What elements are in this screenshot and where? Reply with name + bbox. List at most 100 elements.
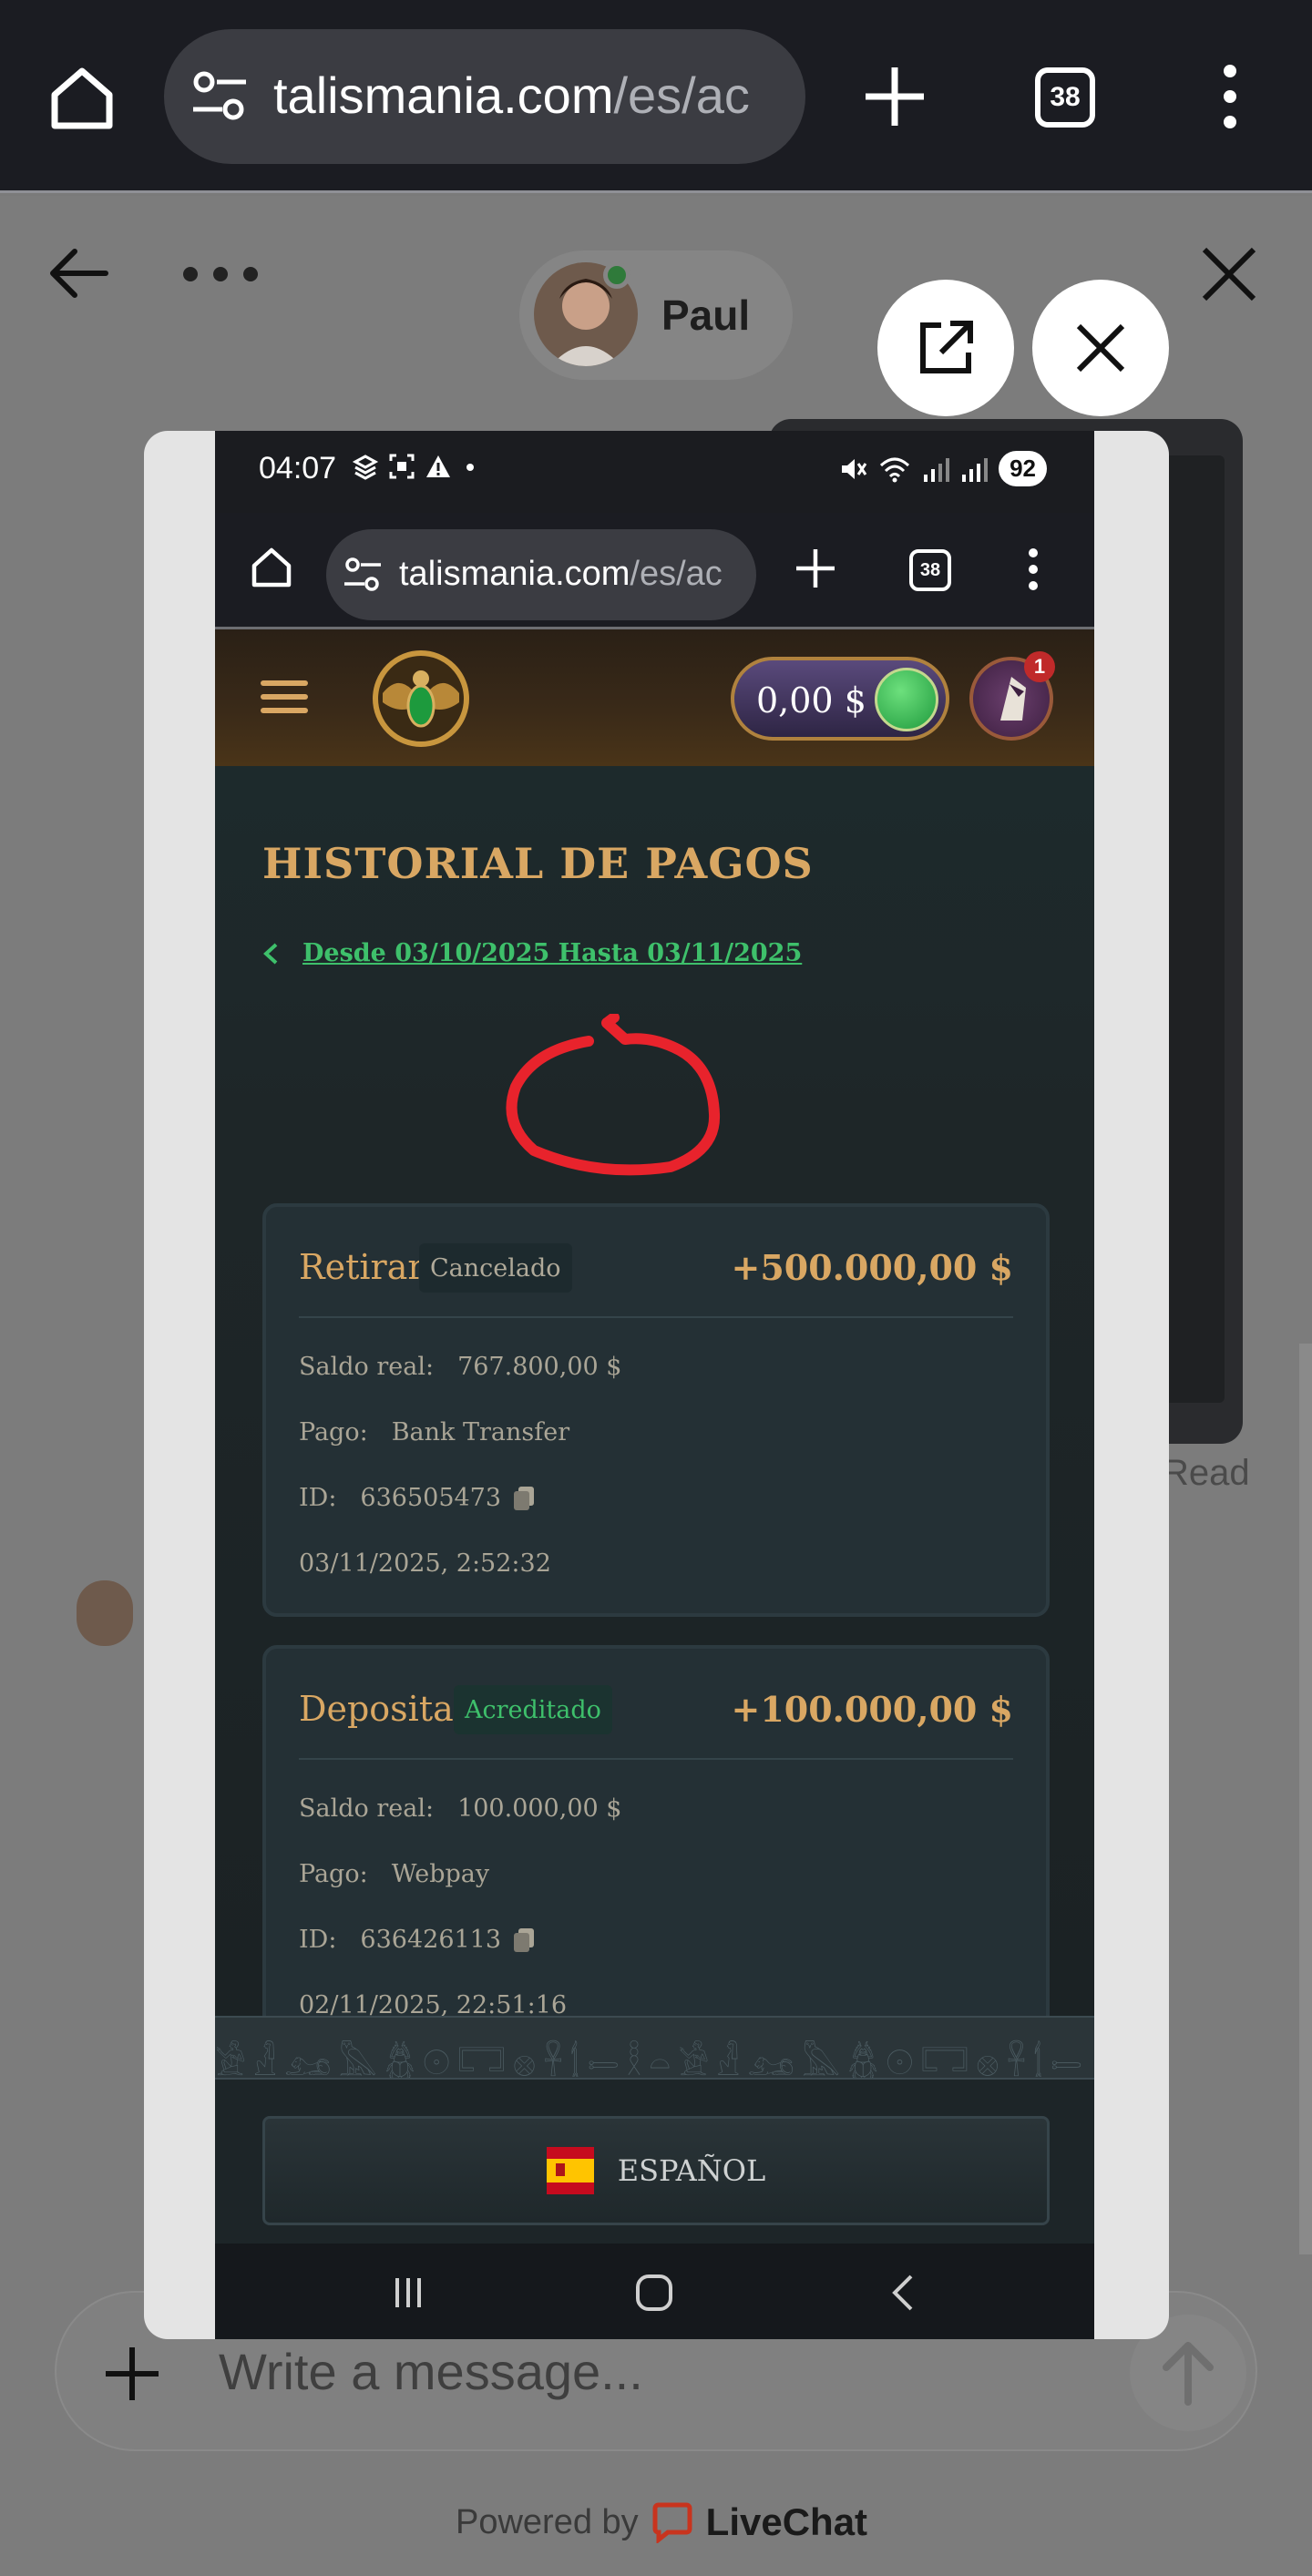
status-badge: Acreditado bbox=[454, 1685, 612, 1734]
date-range-filter: Desde 03/10/2025 Hasta 03/11/2025 bbox=[262, 939, 802, 967]
chat-menu-icon[interactable] bbox=[182, 266, 259, 282]
phone-tab-count: 38 bbox=[909, 549, 951, 591]
dot-icon bbox=[466, 464, 474, 471]
agent-message-avatar bbox=[77, 1580, 133, 1646]
system-icons: 92 bbox=[838, 451, 1047, 486]
copy-icon bbox=[514, 1486, 535, 1510]
deposit-coin-icon bbox=[875, 668, 938, 731]
back-arrow-icon[interactable] bbox=[47, 246, 109, 301]
language-selector: ESPAÑOL bbox=[262, 2116, 1050, 2225]
hieroglyph-pattern: 𓀀𓁐𓃭𓅓𓆣𓇳𓉐𓊖𓋹𓌀𓍿𓎛𓏏𓀀𓁐𓃭𓅓𓆣𓇳𓉐𓊖𓋹𓌀𓍿 bbox=[215, 2043, 1091, 2080]
phone-url-path: /es/ac bbox=[630, 555, 723, 593]
language-label: ESPAÑOL bbox=[617, 2153, 766, 2188]
battery-level: 92 bbox=[999, 451, 1047, 486]
phone-url-text: talismania.com/es/ac bbox=[399, 555, 723, 594]
site-footer: ESPAÑOL bbox=[215, 2080, 1094, 2244]
tab-switcher-button[interactable]: 38 bbox=[1035, 67, 1095, 128]
chevron-left-icon bbox=[263, 943, 278, 964]
browser-toolbar: talismania.com/es/ac 38 bbox=[0, 0, 1312, 193]
pago-value: Bank Transfer bbox=[391, 1418, 570, 1446]
close-icon bbox=[1076, 323, 1125, 373]
powered-by-label: Powered by bbox=[456, 2502, 639, 2541]
recents-icon bbox=[395, 2278, 421, 2307]
site-settings-icon[interactable] bbox=[191, 69, 248, 124]
transaction-card: Retirar Cancelado +500.000,00 $ Saldo re… bbox=[262, 1203, 1050, 1617]
id-row: ID: 636505473 bbox=[299, 1484, 536, 1512]
datetime: 03/11/2025, 2:52:32 bbox=[299, 1549, 551, 1578]
livechat-logo-icon bbox=[652, 2502, 692, 2543]
open-external-icon bbox=[920, 321, 973, 373]
android-nav-bar bbox=[215, 2244, 1094, 2339]
url-text: talismania.com/es/ac bbox=[273, 66, 750, 125]
phone-address-bar: talismania.com/es/ac bbox=[326, 529, 756, 620]
wifi-icon bbox=[880, 457, 910, 482]
id-value: 636505473 bbox=[360, 1484, 502, 1512]
signal-icon-2 bbox=[962, 457, 989, 482]
powered-by: Powered by LiveChat bbox=[456, 2500, 867, 2544]
hamburger-menu-icon bbox=[261, 680, 308, 713]
pago-value: Webpay bbox=[391, 1860, 490, 1888]
id-value: 636426113 bbox=[360, 1926, 502, 1954]
scrollbar[interactable] bbox=[1299, 1344, 1312, 2254]
agent-info: Paul bbox=[519, 250, 793, 380]
saldo-label: Saldo real: bbox=[299, 1353, 435, 1381]
saldo-value: 100.000,00 $ bbox=[457, 1794, 622, 1823]
phone-url-domain: talismania.com bbox=[399, 555, 630, 593]
url-domain: talismania.com bbox=[273, 66, 614, 124]
pago-row: Pago: Bank Transfer bbox=[299, 1418, 569, 1446]
livechat-brand[interactable]: LiveChat bbox=[706, 2500, 867, 2544]
status-time: 04:07 bbox=[259, 451, 337, 486]
saldo-label: Saldo real: bbox=[299, 1794, 435, 1823]
saldo-row: Saldo real: 767.800,00 $ bbox=[299, 1353, 621, 1381]
pago-label: Pago: bbox=[299, 1860, 368, 1888]
hieroglyph-frieze: 𓀀𓁐𓃭𓅓𓆣𓇳𓉐𓊖𓋹𓌀𓍿𓎛𓏏𓀀𓁐𓃭𓅓𓆣𓇳𓉐𓊖𓋹𓌀𓍿 bbox=[215, 2016, 1094, 2080]
divider bbox=[299, 1758, 1013, 1760]
screenshot-icon bbox=[389, 454, 415, 479]
status-badge: Cancelado bbox=[419, 1243, 572, 1293]
spain-flag-icon bbox=[546, 2147, 594, 2194]
pago-label: Pago: bbox=[299, 1418, 368, 1446]
shared-screenshot: 04:07 92 talismania.com/es/ac 38 0,00 $ … bbox=[215, 431, 1094, 2339]
phone-new-tab-icon bbox=[796, 549, 835, 588]
new-tab-icon[interactable] bbox=[862, 64, 928, 129]
notification-badge: 1 bbox=[1024, 651, 1055, 682]
read-receipt: Read bbox=[1163, 1453, 1250, 1493]
site-header: 0,00 $ 1 bbox=[215, 629, 1094, 766]
image-viewer: 04:07 92 talismania.com/es/ac 38 0,00 $ … bbox=[144, 431, 1169, 2339]
home-nav-icon bbox=[636, 2274, 672, 2311]
saldo-row: Saldo real: 100.000,00 $ bbox=[299, 1794, 621, 1823]
agent-name: Paul bbox=[661, 291, 751, 339]
phone-more-icon bbox=[1029, 548, 1038, 590]
id-label: ID: bbox=[299, 1484, 337, 1512]
balance-display: 0,00 $ bbox=[731, 657, 949, 741]
divider bbox=[299, 1316, 1013, 1318]
pago-row: Pago: Webpay bbox=[299, 1860, 489, 1888]
open-external-button[interactable] bbox=[877, 280, 1014, 416]
red-annotation-circle bbox=[506, 1014, 721, 1176]
home-icon[interactable] bbox=[47, 64, 117, 133]
page-title: HISTORIAL DE PAGOS bbox=[262, 839, 814, 888]
address-bar[interactable]: talismania.com/es/ac bbox=[164, 29, 805, 164]
close-image-button[interactable] bbox=[1032, 280, 1169, 416]
transaction-amount: +500.000,00 $ bbox=[731, 1247, 1014, 1288]
attach-icon[interactable] bbox=[104, 2346, 160, 2402]
transaction-type: Retirar bbox=[299, 1247, 425, 1287]
phone-status-bar: 04:07 92 bbox=[215, 431, 1094, 513]
phone-home-icon bbox=[251, 547, 292, 588]
close-chat-icon[interactable] bbox=[1201, 246, 1257, 302]
transaction-card: Deposita Acreditado +100.000,00 $ Saldo … bbox=[262, 1645, 1050, 2059]
transaction-type: Deposita bbox=[299, 1689, 454, 1729]
warning-icon bbox=[426, 455, 450, 477]
payment-history-section: HISTORIAL DE PAGOS Desde 03/10/2025 Hast… bbox=[215, 766, 1094, 2059]
more-options-icon[interactable] bbox=[1212, 64, 1248, 129]
scarab-logo-icon bbox=[373, 650, 469, 747]
profile-avatar: 1 bbox=[969, 651, 1055, 741]
url-path: /es/ac bbox=[613, 66, 750, 124]
message-input[interactable]: Write a message... bbox=[219, 2342, 643, 2401]
balance-amount: 0,00 $ bbox=[756, 680, 866, 721]
signal-icon bbox=[924, 457, 950, 482]
notification-icons bbox=[352, 453, 479, 480]
copy-icon bbox=[514, 1927, 535, 1952]
back-nav-icon bbox=[892, 2274, 913, 2311]
phone-site-settings-icon bbox=[344, 557, 381, 591]
